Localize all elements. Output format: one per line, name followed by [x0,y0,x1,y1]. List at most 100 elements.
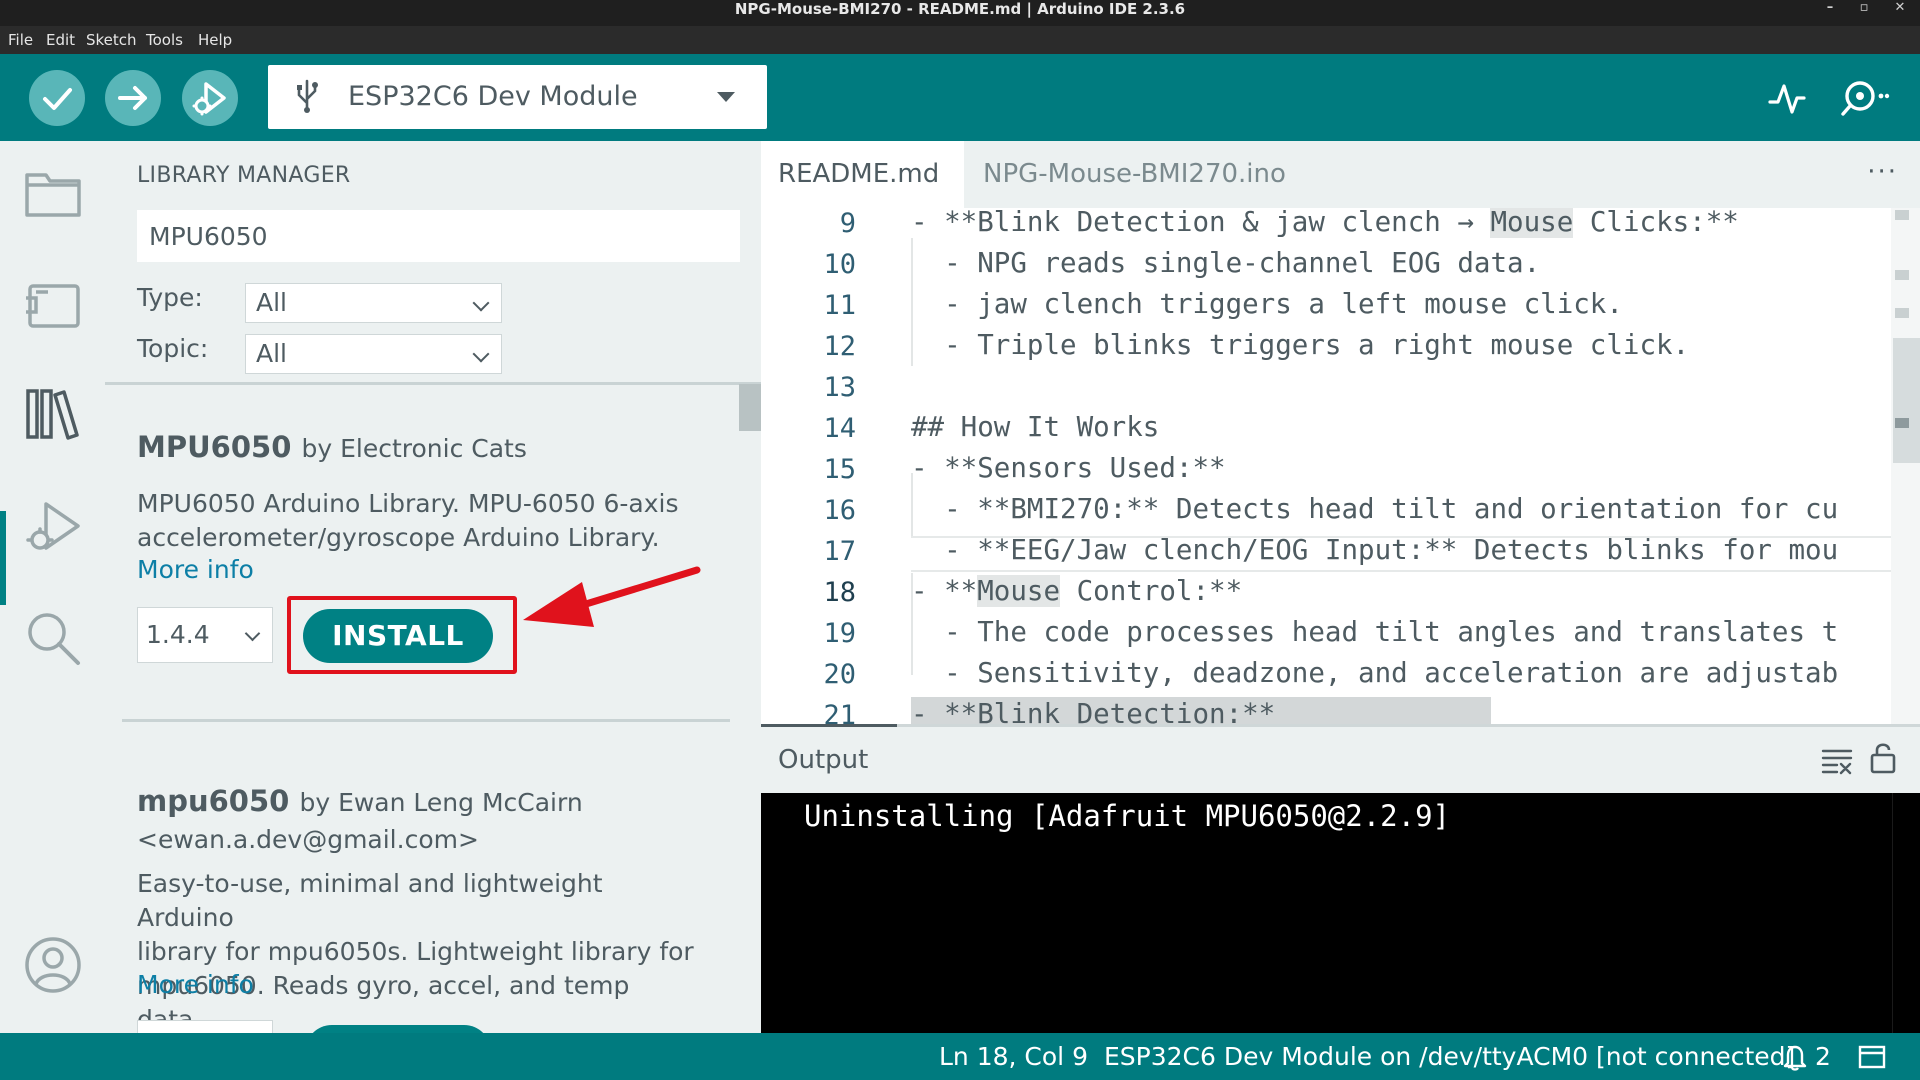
type-select[interactable]: All [245,283,502,323]
divider [105,382,761,385]
upload-button[interactable] [105,70,161,126]
search-match: Mouse [977,575,1061,607]
window-titlebar: NPG-Mouse-BMI270 - README.md | Arduino I… [0,0,1920,26]
description-line: library for mpu6050s. Lightweight librar… [137,937,694,966]
chevron-down-icon [472,294,490,312]
menu-file[interactable]: File [8,31,33,49]
board-connection-status[interactable]: ESP32C6 Dev Module on /dev/ttyACM0 [not … [1104,1042,1795,1071]
toolbar: ESP32C6 Dev Module [0,54,1920,141]
line-number: 16 [823,495,856,526]
line-number: 12 [823,331,856,362]
output-scrollbar[interactable] [1892,793,1920,1033]
code-line: - **EEG/Jaw clench/EOG Input:** Detects … [911,534,1839,566]
topic-select[interactable]: All [245,334,502,374]
pulse-icon[interactable] [1766,76,1810,120]
verify-button[interactable] [29,70,85,126]
library-card-name: MPU6050 by Electronic Cats [137,430,527,464]
more-info-link[interactable]: More info [137,555,254,584]
code-line: - Triple blinks triggers a right mouse c… [911,329,1690,361]
chevron-down-icon [472,345,490,363]
menu-bar: File Edit Sketch Tools Help [0,26,1920,54]
unlock-icon[interactable] [1869,741,1897,775]
code-line: - **Sensors Used:** [911,452,1226,484]
line-number: 10 [823,249,856,280]
topic-label: Topic: [137,334,209,363]
notification-count[interactable]: 2 [1815,1042,1831,1071]
library-icon[interactable] [22,383,84,445]
code-line: - **Blink Detection & jaw clench → Mouse… [911,208,1739,238]
debug-icon[interactable] [22,496,84,558]
code-line: - **Blink Detection:** [911,698,1276,726]
scrollbar-thumb[interactable] [739,384,761,431]
library-author-email: <ewan.a.dev@gmail.com> [137,825,479,854]
topic-value: All [256,339,287,368]
search-icon[interactable] [22,607,84,669]
library-author: by Electronic Cats [301,434,527,463]
code-line: ## How It Works [911,411,1160,443]
debug-button[interactable] [182,70,238,126]
magnifier-dots-icon[interactable] [1836,76,1890,120]
scroll-marker [1895,210,1909,220]
panel-toggle-icon[interactable] [1858,1045,1886,1069]
cursor-position[interactable]: Ln 18, Col 9 [939,1042,1088,1071]
line-number: 21 [823,700,856,726]
bell-icon[interactable] [1781,1043,1809,1071]
usb-icon [297,79,318,113]
check-icon [43,88,72,110]
activity-bar [0,141,105,1033]
line-number: 15 [823,454,856,485]
maximize-button[interactable]: ▫ [1853,0,1875,16]
version-value: 1.4.4 [146,620,210,649]
version-select[interactable]: 1.4.4 [137,607,273,663]
code-editor[interactable]: 9 10 11 12 13 14 15 16 17 18 19 20 21 - … [761,208,1920,726]
line-number-current: 18 [823,577,856,608]
output-console[interactable]: Uninstalling [Adafruit MPU6050@2.2.9] [761,793,1920,1033]
tab-ino[interactable]: NPG-Mouse-BMI270.ino [983,159,1286,189]
line-number: 9 [839,208,856,239]
highlight-box [287,596,517,674]
description-line: MPU6050 Arduino Library. MPU-6050 6-axis [137,489,679,518]
editor-tabs: README.md NPG-Mouse-BMI270.ino ··· [761,141,1920,208]
line-number: 13 [823,372,856,403]
install-button[interactable] [305,1025,491,1033]
code-line: - jaw clench triggers a left mouse click… [911,288,1623,320]
clear-output-icon[interactable] [1821,747,1853,775]
line-number: 20 [823,659,856,690]
type-label: Type: [137,283,203,312]
debug-icon [192,82,226,116]
code-line: - **BMI270:** Detects head tilt and orie… [911,493,1839,525]
output-text: Uninstalling [Adafruit MPU6050@2.2.9] [804,799,1451,833]
description-line: Easy-to-use, minimal and lightweight Ard… [137,869,603,932]
code-line: - Sensitivity, deadzone, and acceleratio… [911,657,1839,689]
code-line-current: - **Mouse Control:** [911,575,1243,607]
close-button[interactable]: ✕ [1889,0,1911,16]
library-search-input[interactable] [137,210,740,262]
minimize-button[interactable]: – [1819,0,1841,16]
more-info-link[interactable]: More info [137,970,254,999]
scroll-marker [1895,270,1909,280]
chevron-down-icon [244,625,261,642]
board-selector[interactable]: ESP32C6 Dev Module [268,65,767,129]
editor-scrollbar[interactable] [1891,208,1920,726]
menu-edit[interactable]: Edit [46,31,75,49]
menu-sketch[interactable]: Sketch [86,31,137,49]
type-value: All [256,288,287,317]
active-indicator [0,511,6,605]
window-title: NPG-Mouse-BMI270 - README.md | Arduino I… [734,0,1186,18]
menu-tools[interactable]: Tools [146,31,183,49]
status-bar: Ln 18, Col 9 ESP32C6 Dev Module on /dev/… [0,1033,1920,1080]
menu-help[interactable]: Help [198,31,232,49]
tab-readme[interactable]: README.md [778,159,939,189]
scrollbar-thumb[interactable] [1893,338,1920,463]
folder-icon[interactable] [22,163,84,225]
more-icon[interactable]: ··· [1867,157,1898,187]
line-number: 11 [823,290,856,321]
line-number: 17 [823,536,856,567]
board-icon[interactable] [22,274,84,336]
version-select[interactable] [137,1020,273,1033]
account-icon[interactable] [22,934,84,996]
library-description: Easy-to-use, minimal and lightweight Ard… [137,867,697,1033]
library-manager-panel: LIBRARY MANAGER Type: All Topic: All MPU… [105,141,761,1033]
library-name: MPU6050 [137,430,292,464]
library-author: by Ewan Leng McCairn [299,788,583,817]
